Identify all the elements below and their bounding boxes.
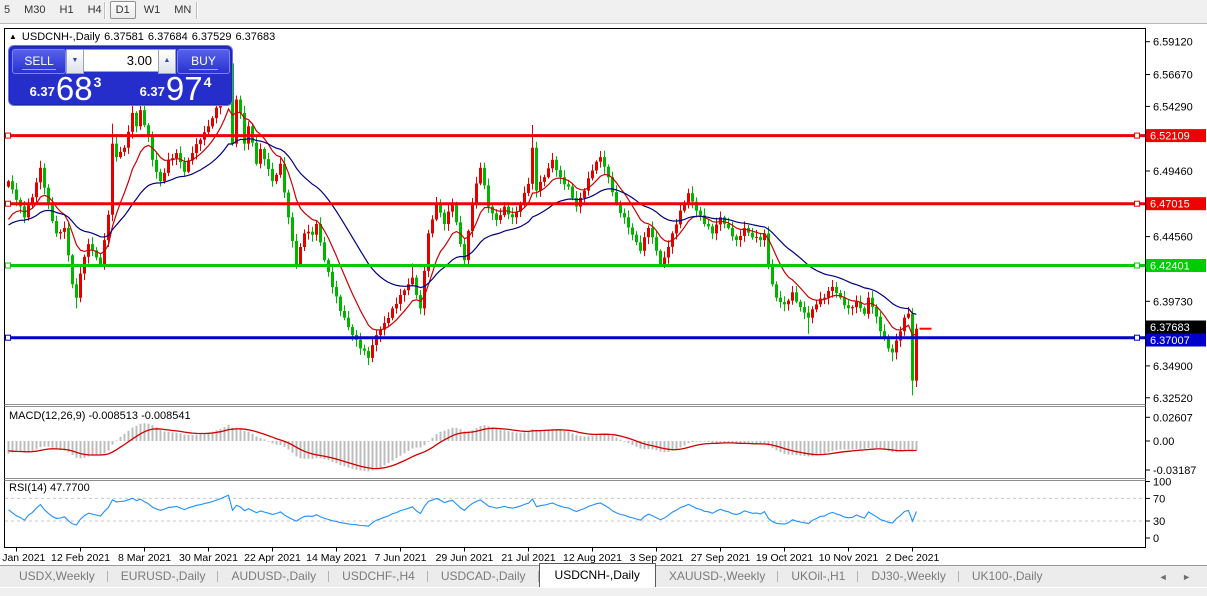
- sell-price-prefix: 6.37: [30, 84, 55, 99]
- svg-text:30: 30: [1153, 516, 1165, 528]
- svg-text:6.49460: 6.49460: [1153, 166, 1193, 178]
- macd-indicator-label: MACD(12,26,9) -0.008513 -0.008541: [9, 410, 191, 422]
- svg-text:70: 70: [1153, 493, 1165, 505]
- toolbar-separator: [104, 2, 105, 19]
- one-click-trading-panel: SELL ▼ 3.00 ▲ BUY 6.37 68 3 6.37 97 4: [8, 45, 233, 106]
- chart-tab[interactable]: USDCAD-,Daily: [428, 566, 539, 587]
- chart-tab[interactable]: AUDUSD-,Daily: [218, 566, 329, 587]
- tab-scroll-arrows: ◄ ►: [1147, 572, 1191, 582]
- buy-price-sup: 4: [204, 74, 212, 90]
- timeframe-button[interactable]: MN: [168, 1, 197, 19]
- ohlc-high: 6.37684: [148, 31, 188, 43]
- ohlc-close: 6.37683: [235, 31, 275, 43]
- chart-tabs: USDX,WeeklyEURUSD-,DailyAUDUSD-,DailyUSD…: [6, 563, 1056, 587]
- hline-handle[interactable]: [6, 263, 11, 268]
- chart-tab[interactable]: USDCNH-,Daily: [539, 563, 656, 587]
- toolbar-separator: [196, 2, 197, 19]
- chart-tab[interactable]: EURUSD-,Daily: [108, 566, 219, 587]
- hline-handle[interactable]: [1135, 263, 1140, 268]
- chart-tab[interactable]: XAUUSD-,Weekly: [656, 566, 778, 587]
- chart-tab-bar: USDX,WeeklyEURUSD-,DailyAUDUSD-,DailyUSD…: [0, 565, 1207, 587]
- svg-text:6.52109: 6.52109: [1150, 131, 1190, 143]
- price-axis[interactable]: 6.59120 6.56670 6.54290 6.49460 6.44560 6.397…: [1146, 37, 1207, 545]
- timeframe-button[interactable]: W1: [138, 1, 167, 19]
- date-axis[interactable]: 21 Jan 202112 Feb 20218 Mar 202130 Mar 2…: [0, 548, 940, 565]
- svg-text:6.32520: 6.32520: [1153, 393, 1193, 405]
- chart-tab[interactable]: USDCHF-,H4: [329, 566, 428, 587]
- hline-handle[interactable]: [6, 133, 11, 138]
- volume-input[interactable]: 3.00: [83, 49, 159, 72]
- svg-text:0: 0: [1153, 533, 1159, 545]
- hline-handle[interactable]: [6, 335, 11, 340]
- collapse-panel-icon[interactable]: ▲: [9, 32, 17, 41]
- timeframe-buttons: 5M30H1H4D1W1MN: [0, 1, 199, 19]
- chart-tab[interactable]: DJ30-,Weekly: [858, 566, 958, 587]
- svg-text:6.34900: 6.34900: [1153, 361, 1193, 373]
- timeframe-toolbar: 5M30H1H4D1W1MN: [0, 0, 1207, 24]
- svg-text:6.42401: 6.42401: [1150, 261, 1190, 273]
- ma-slow-line: [9, 139, 917, 315]
- ohlc-open: 6.37581: [104, 31, 144, 43]
- svg-text:6.37007: 6.37007: [1150, 335, 1190, 347]
- timeframe-button[interactable]: M30: [18, 1, 51, 19]
- svg-text:6.47015: 6.47015: [1150, 199, 1190, 211]
- chart-tab[interactable]: UKOil-,H1: [778, 566, 858, 587]
- sell-price-sup: 3: [94, 74, 102, 90]
- rsi-indicator-label: RSI(14) 47.7700: [9, 482, 90, 494]
- chevron-up-icon: ▲: [164, 57, 171, 64]
- hline-handle[interactable]: [1135, 335, 1140, 340]
- chart-symbol-title: USDCNH-,Daily: [22, 31, 100, 43]
- svg-text:0.00: 0.00: [1153, 436, 1174, 448]
- chart-tab[interactable]: USDX,Weekly: [6, 566, 108, 587]
- hline-handle[interactable]: [1135, 133, 1140, 138]
- timeframe-button[interactable]: 5: [0, 1, 16, 19]
- svg-text:100: 100: [1153, 477, 1171, 489]
- rsi-line: [9, 495, 917, 526]
- svg-text:6.44560: 6.44560: [1153, 232, 1193, 244]
- tabs-scroll-left-icon[interactable]: ◄: [1159, 572, 1168, 582]
- chart-tab[interactable]: UK100-,Daily: [959, 566, 1056, 587]
- buy-price-display[interactable]: 6.37 97 4: [122, 74, 229, 103]
- svg-text:6.39730: 6.39730: [1153, 296, 1193, 308]
- chevron-down-icon: ▼: [72, 57, 79, 64]
- timeframe-button[interactable]: D1: [110, 1, 136, 19]
- rsi-panel: [5, 495, 1145, 526]
- timeframe-button[interactable]: H1: [54, 1, 80, 19]
- sell-price-display[interactable]: 6.37 68 3: [11, 74, 120, 103]
- macd-panel: [8, 423, 918, 471]
- svg-text:0.02607: 0.02607: [1153, 412, 1193, 424]
- hline-handle[interactable]: [1135, 201, 1140, 206]
- svg-text:6.59120: 6.59120: [1153, 37, 1193, 49]
- chart-title-bar: ▲ USDCNH-,Daily 6.37581 6.37684 6.375296.376…: [9, 31, 279, 43]
- svg-text:6.37683: 6.37683: [1150, 322, 1190, 334]
- buy-price-prefix: 6.37: [140, 84, 165, 99]
- buy-price-big: 97: [166, 74, 203, 103]
- hline-handle[interactable]: [6, 201, 11, 206]
- svg-text:6.56670: 6.56670: [1153, 70, 1193, 82]
- ohlc-low: 6.37529: [192, 31, 232, 43]
- svg-text:6.54290: 6.54290: [1153, 101, 1193, 113]
- svg-text:-0.03187: -0.03187: [1153, 465, 1196, 477]
- sell-price-big: 68: [56, 74, 93, 103]
- tabs-scroll-right-icon[interactable]: ►: [1182, 572, 1191, 582]
